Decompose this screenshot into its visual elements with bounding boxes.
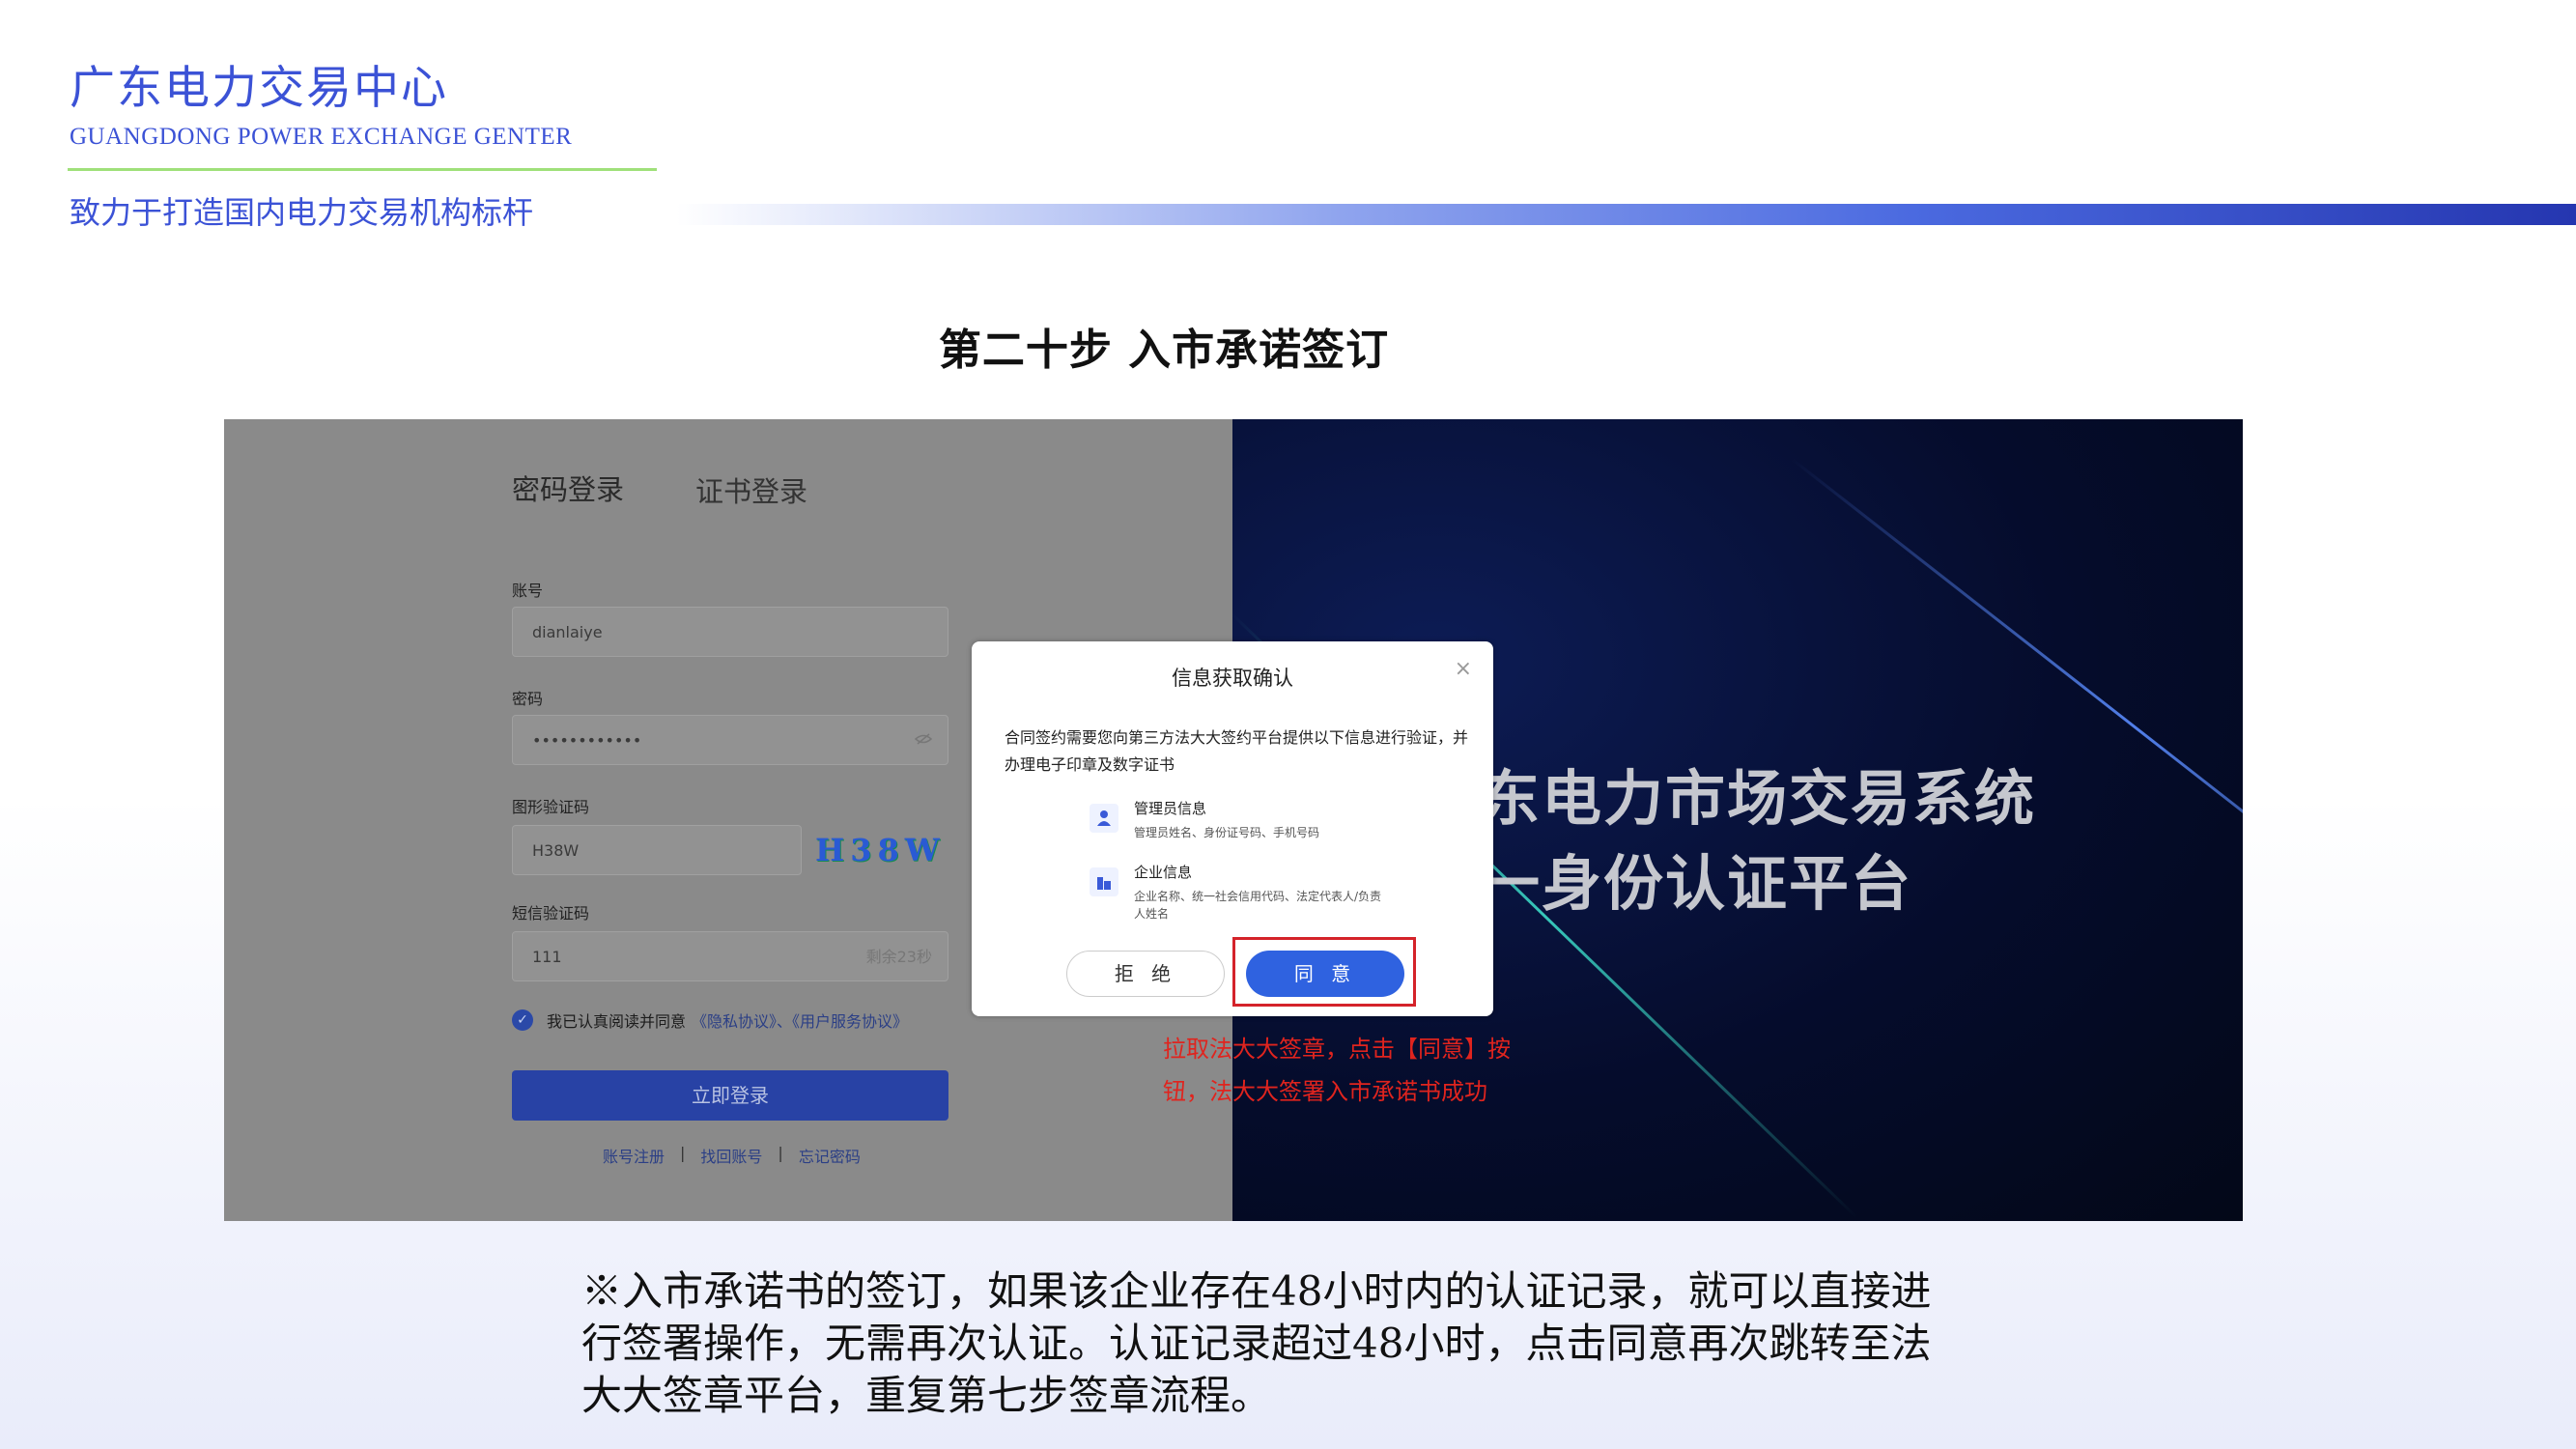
tab-certificate-login[interactable]: 证书登录 [695,469,807,510]
captcha-input[interactable]: H38W [512,825,802,875]
sms-countdown: 剩余23秒 [865,948,932,966]
info-item-name: 管理员信息 [1134,800,1207,817]
captcha-value: H38W [532,841,580,860]
password-value: •••••••••••• [532,731,642,750]
account-value: dianlaiye [532,623,603,641]
org-name-en: GUANGDONG POWER EXCHANGE GENTER [70,124,573,150]
dialog-description: 合同签约需要您向第三方法大大签约平台提供以下信息进行验证，并办理电子印章及数字证… [1005,728,1469,774]
account-label: 账号 [512,582,544,600]
link-separator: | [778,1144,783,1162]
brand-divider [68,168,657,171]
refuse-button[interactable]: 拒 绝 [1066,951,1225,997]
info-item-name: 企业信息 [1134,864,1193,881]
step-title: 第二十步 入市承诺签订 [938,326,1390,375]
recover-account-link[interactable]: 找回账号 [700,1144,762,1167]
close-icon[interactable]: × [1455,657,1472,681]
header-gradient-bar [676,204,2576,225]
forgot-password-link[interactable]: 忘记密码 [799,1144,861,1167]
eye-off-icon[interactable] [914,732,933,750]
dialog-title: 信息获取确认 [1172,667,1293,690]
banner-title: 东电力市场交易系统 [1480,763,2037,834]
register-link[interactable]: 账号注册 [603,1144,665,1167]
agreement-text: 我已认真阅读并同意 [547,1012,687,1031]
link-separator: | [680,1144,686,1162]
org-name: 广东电力交易中心 [70,62,448,115]
agree-highlight-box [1232,937,1416,1007]
captcha-label: 图形验证码 [512,798,590,816]
info-item-detail: 管理员姓名、身份证号码、手机号码 [1134,826,1320,839]
agreement-links[interactable]: 《隐私协议》、《用户服务协议》 [692,1009,908,1032]
sms-code-input[interactable]: 111 剩余23秒 [512,931,948,981]
captcha-image[interactable]: H38W [815,827,950,873]
building-icon [1090,867,1118,896]
account-input[interactable]: dianlaiye [512,607,948,657]
account-links: 账号注册 | 找回账号 | 忘记密码 [603,1144,861,1167]
checkmark-icon[interactable]: ✓ [512,1009,533,1031]
sms-label: 短信验证码 [512,904,590,923]
login-button[interactable]: 立即登录 [512,1070,948,1121]
annotation-text: 拉取法大大签章，点击【同意】按钮，法大大签署入市承诺书成功 [1163,1036,1511,1105]
info-item-admin: 管理员信息 管理员姓名、身份证号码、手机号码 [1090,798,1385,841]
tab-password-login[interactable]: 密码登录 [512,468,624,508]
org-slogan: 致力于打造国内电力交易机构标杆 [70,194,534,231]
user-icon [1090,804,1118,833]
password-label: 密码 [512,690,544,708]
password-input[interactable]: •••••••••••• [512,715,948,765]
agreement-row: ✓ 我已认真阅读并同意 《隐私协议》、《用户服务协议》 [512,1009,908,1032]
banner-subtitle: 一身份认证平台 [1480,848,1913,919]
info-item-enterprise: 企业信息 企业名称、统一社会信用代码、法定代表人/负责人姓名 [1090,862,1385,923]
login-screenshot: 密码登录 证书登录 账号 dianlaiye 密码 •••••••••••• 图… [224,419,2243,1221]
footnote: ※入市承诺书的签订，如果该企业存在48小时内的认证记录，就可以直接进行签署操作，… [581,1267,1932,1419]
info-item-detail: 企业名称、统一社会信用代码、法定代表人/负责人姓名 [1134,890,1382,921]
sms-value: 111 [532,948,562,966]
